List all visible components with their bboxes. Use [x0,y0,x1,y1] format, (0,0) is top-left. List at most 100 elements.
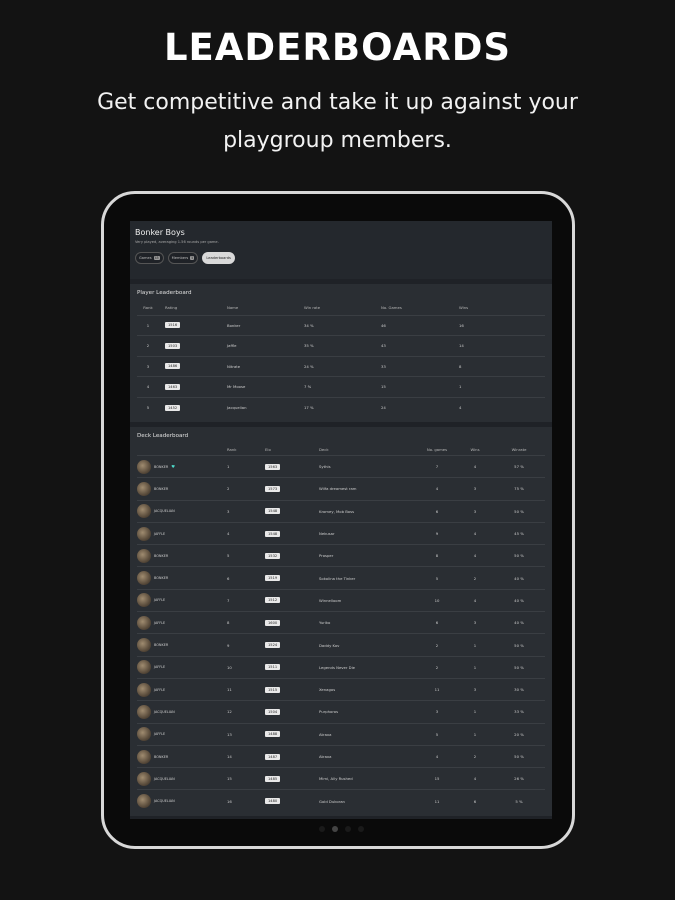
player-wins: 1 [459,376,545,397]
deck-row[interactable]: JAFFLE 13 1488 Atraxa 5 1 20 % [137,722,545,746]
deck-leaderboard-table: Rank Elo Deck No. games Wins Winrate BON… [137,444,545,813]
player-row[interactable]: 1 1516 Bonker 34 % 46 16 [137,314,545,336]
playgroup-tabs: Games 45 Members 5 Leaderboards [135,252,547,264]
deck-name: Atraxa [319,722,417,746]
deck-row[interactable]: JACQUELIAN 16 1480 Gold Dukoran 11 6 5 % [137,789,545,813]
player-row[interactable]: 2 1503 Jaffle 35 % 43 14 [137,335,545,356]
deck-owner-cell: BONKER [137,744,227,768]
avatar [137,548,151,563]
tab-members[interactable]: Members 5 [167,252,199,264]
player-rating: 1503 [165,342,181,349]
deck-name: Legends Never Die [319,655,417,679]
deck-owner: JAFFLE [137,526,227,541]
deck-winrate: 40 % [493,611,545,634]
column-header: Deck [319,446,329,452]
deck-wins: 1 [457,655,493,679]
player-rating-cell: 1486 [159,355,227,377]
deck-row[interactable]: BONKER 9 1524 Daddy Kov 2 1 50 % [137,633,545,657]
tab-label: Games [139,256,152,260]
deck-rank: 8 [227,611,257,634]
column-header: Winrate [511,446,527,452]
deck-row[interactable]: JAFFLE 8 1600 Yuriko 6 3 40 % [137,611,545,634]
deck-winrate: 50 % [493,633,545,657]
column-header: Wins [470,446,480,452]
deck-row[interactable]: BONKER 2 1573 Wilfa dreamest ram 4 3 75 % [137,477,545,501]
deck-row[interactable]: JACQUELIAN 3 1548 Kromey, Mob Boss 6 3 50 % [137,499,545,523]
deck-wins: 3 [457,477,493,501]
deck-row[interactable]: JACQUELIAN 12 1504 Purphoros 3 1 33 % [137,700,545,724]
deck-games: 5 [417,722,457,746]
deck-rank: 11 [227,677,257,701]
avatar [137,571,151,586]
deck-owner-name: BONKER [154,576,169,581]
deck-elo: 1532 [265,552,281,559]
playgroup-header: Bonker Boys Very played, averaging 1.56 … [130,221,552,279]
player-row[interactable]: 3 1486 Nitrate 24 % 33 8 [137,355,545,377]
player-row[interactable]: 5 1452 Jacquelian 17 % 24 4 [137,396,545,418]
tab-games[interactable]: Games 45 [135,252,164,264]
deck-owner: BONKER [137,481,227,496]
deck-owner-cell: JAFFLE [137,588,227,612]
player-name: Nitrate [227,355,304,377]
deck-elo-cell: 1563 [257,454,319,478]
deck-owner: BONKER [137,638,227,653]
deck-rank: 1 [227,454,257,478]
player-rating: 1516 [165,322,181,329]
deck-rank: 9 [227,633,257,657]
column-header: Rank [227,446,237,452]
deck-rank: 16 [227,789,257,813]
deck-games: 2 [417,633,457,657]
avatar [137,771,151,786]
deck-row[interactable]: JAFFLE 10 1511 Legends Never Die 2 1 50 % [137,655,545,679]
deck-owner-cell: JACQUELIAN [137,499,227,523]
deck-wins: 3 [457,677,493,701]
deck-row[interactable]: JAFFLE 11 1515 Xenagos 11 3 30 % [137,677,545,701]
deck-owner-name: BONKER [154,754,169,759]
deck-row[interactable]: BONKER ♥ 1 1563 Sythis 7 4 57 % [137,454,545,478]
deck-games: 8 [417,544,457,567]
deck-owner-cell: BONKER [137,566,227,590]
page-indicator [304,826,378,832]
player-games: 15 [381,376,459,397]
deck-winrate: 57 % [493,454,545,478]
avatar [137,593,151,608]
deck-wins: 1 [457,633,493,657]
page-dot[interactable] [318,826,325,832]
deck-owner-name: JAFFLE [154,531,166,536]
player-win-rate: 35 % [304,335,381,356]
playgroup-title: Bonker Boys [135,228,185,237]
deck-wins: 2 [457,744,493,768]
deck-games: 15 [417,767,457,790]
deck-winrate: 5 % [493,789,545,813]
player-row[interactable]: 4 1463 Mr Moose 7 % 15 1 [137,376,545,397]
deck-row[interactable]: JACQUELIAN 15 1485 Mimi, Ally Rushed 15 4 26 % [137,767,545,790]
deck-name: Daddy Kov [319,633,417,657]
page-dot[interactable] [344,826,351,832]
player-rating: 1452 [165,404,181,411]
deck-winrate: 45 % [493,521,545,545]
column-header: No. games [426,446,448,452]
deck-winrate: 75 % [493,477,545,501]
deck-elo: 1524 [265,642,281,649]
deck-winrate: 26 % [493,767,545,790]
deck-owner-name: BONKER [154,553,169,558]
deck-owner: JACQUELIAN [137,704,227,719]
deck-row[interactable]: JAFFLE 4 1548 Nekusar 9 4 45 % [137,521,545,545]
tab-leaderboards[interactable]: Leaderboards [202,252,235,264]
deck-row[interactable]: BONKER 6 1519 Sokolina the Tinker 5 2 40 % [137,566,545,590]
deck-row[interactable]: JAFFLE 7 1512 Winnelloom 10 4 40 % [137,588,545,612]
player-rating-cell: 1452 [159,396,227,418]
page-dot[interactable] [331,826,338,832]
deck-wins: 1 [457,722,493,746]
app-screen: Bonker Boys Very played, averaging 1.56 … [130,221,552,819]
player-rating: 1463 [165,383,181,390]
deck-elo: 1480 [265,798,281,805]
deck-owner-cell: BONKER ♥ [137,454,227,478]
player-rank: 4 [137,376,159,397]
deck-name: Atraxa [319,744,417,768]
player-win-rate: 17 % [304,396,381,418]
deck-row[interactable]: BONKER 5 1532 Prosper 8 4 50 % [137,544,545,567]
page-dot[interactable] [357,826,364,832]
deck-row[interactable]: BONKER 14 1487 Atraxa 4 2 50 % [137,744,545,768]
deck-owner-name: JACQUELIAN [154,776,175,781]
